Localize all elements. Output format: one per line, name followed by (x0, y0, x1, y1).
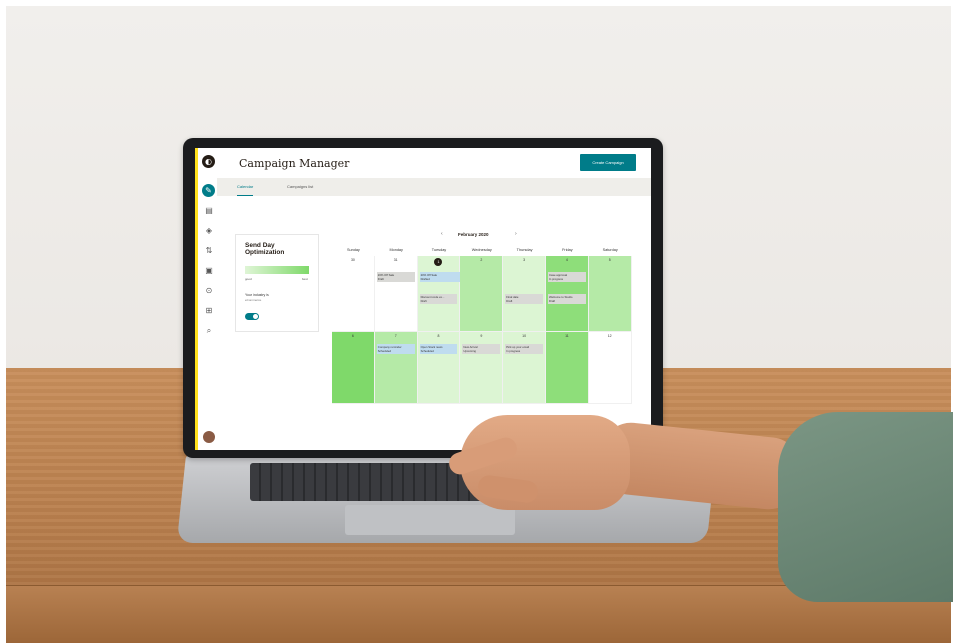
event-status: Draft (377, 277, 384, 281)
event-status: Drafted (420, 277, 430, 281)
day-cell[interactable]: 31 20% Off Sale Draft (374, 256, 418, 332)
calendar-event[interactable]: Pick up your email In progress (505, 344, 543, 354)
sdo-scale-low: good (245, 277, 252, 281)
prev-month-button[interactable]: ‹ (441, 231, 443, 237)
sdo-scale-bar (245, 266, 309, 274)
day-cell[interactable]: 4 Case approval In progress Welcome to St… (546, 256, 589, 332)
send-day-optimization-card: Send Day Optimization good best Your ind… (235, 234, 319, 332)
automations-icon[interactable]: ⇅ (204, 246, 214, 256)
photo-scene: ◐ ✎ ▤ ◈ ⇅ ▣ ⊙ ⊞ ⌕ Campaign Manager Creat… (0, 0, 953, 643)
weekday-sunday: Sunday (346, 248, 360, 252)
page-title: Campaign Manager (239, 157, 350, 170)
day-number: 8 (437, 334, 440, 338)
month-label: February 2020 (458, 232, 489, 237)
weekday-tuesday: Tuesday (431, 248, 447, 252)
event-status: Draft (420, 299, 427, 303)
day-cell[interactable]: 12 (588, 332, 632, 404)
laptop-screen: ◐ ✎ ▤ ◈ ⇅ ▣ ⊙ ⊞ ⌕ Campaign Manager Creat… (195, 148, 651, 450)
sdo-title: Send Day Optimization (245, 242, 285, 256)
event-status: Upcoming (463, 349, 476, 353)
day-cell[interactable]: 10 Pick up your email In progress (503, 332, 546, 404)
day-number: 5 (608, 258, 611, 262)
day-cell[interactable]: 6 (332, 332, 375, 404)
search-icon[interactable]: ⌕ (204, 326, 214, 336)
create-campaign-button[interactable]: Create Campaign (580, 154, 636, 171)
event-status: Scheduled (420, 349, 434, 353)
day-number: 31 (393, 258, 398, 262)
shirt-sleeve (778, 412, 953, 602)
day-number: 9 (480, 334, 483, 338)
day-number: 30 (350, 258, 355, 262)
sdo-industry-label: Your industry is (245, 293, 269, 297)
event-status: Draft (549, 299, 556, 303)
event-status: In progress (549, 277, 563, 281)
event-status: Scheduled (377, 349, 392, 353)
content-icon[interactable]: ⊙ (204, 286, 214, 296)
calendar-grid: Sunday Monday Tuesday Wednesday Thursday… (332, 248, 632, 423)
day-cell[interactable]: 5 (588, 256, 632, 332)
calendar-event[interactable]: Discount code ex... Draft (419, 294, 458, 304)
day-cell[interactable]: 3 Final date Draft (503, 256, 546, 332)
mailchimp-logo-icon[interactable]: ◐ (202, 155, 215, 168)
day-number: 2 (480, 258, 483, 262)
laptop-trackpad (345, 505, 515, 535)
event-status: Draft (506, 299, 513, 303)
weekday-wednesday: Wednesday (471, 248, 492, 252)
avatar[interactable] (203, 431, 215, 443)
weekday-monday: Monday (389, 248, 403, 252)
next-month-button[interactable]: › (515, 231, 517, 237)
day-cell[interactable]: 9 New Arrival Upcoming (460, 332, 504, 404)
day-cell[interactable]: 7 Company reminder Scheduled (374, 332, 418, 404)
campaigns-icon[interactable]: ◈ (204, 226, 214, 236)
calendar-event[interactable]: Case approval In progress (548, 272, 586, 282)
day-number: 6 (351, 334, 354, 338)
day-number: 7 (394, 334, 397, 338)
integrations-icon[interactable]: ⊞ (204, 306, 214, 316)
day-cell[interactable]: 2 (460, 256, 504, 332)
calendar-event[interactable]: New Arrival Upcoming (462, 344, 501, 354)
day-cell[interactable]: 30 (332, 256, 375, 332)
day-cell[interactable]: 1 20% Off Sale Drafted Discount code ex..… (417, 256, 544, 332)
day-number: 12 (607, 334, 612, 338)
website-icon[interactable]: ▣ (204, 266, 214, 276)
today-marker: 1 (434, 258, 443, 266)
day-number: 10 (522, 334, 527, 338)
pencil-icon[interactable]: ✎ (202, 184, 215, 197)
day-cell[interactable]: 11 (546, 332, 589, 404)
tab-campaigns-list[interactable]: Campaigns list (287, 178, 313, 196)
calendar-event[interactable]: 20% Off Sale Draft (376, 272, 415, 282)
tab-bar: Calendar Campaigns list (217, 178, 651, 196)
sdo-industry-value[interactable]: eCommerce (245, 298, 261, 302)
day-number: 11 (565, 334, 569, 338)
calendar-event[interactable]: Welcome to Studio Draft (548, 294, 586, 304)
day-number: 1 (418, 258, 460, 266)
calendar-event[interactable]: Final date Draft (505, 294, 543, 304)
sdo-toggle[interactable] (245, 313, 259, 320)
day-number: 4 (565, 258, 568, 262)
day-cell[interactable]: 8 Open Stock news Scheduled (417, 332, 461, 404)
calendar-event[interactable]: Company reminder Scheduled (376, 344, 415, 354)
weekday-friday: Friday (562, 248, 573, 252)
calendar-event[interactable]: Open Stock news Scheduled (419, 344, 458, 354)
day-number: 3 (523, 258, 526, 262)
weekday-thursday: Thursday (516, 248, 533, 252)
audience-icon[interactable]: ▤ (204, 206, 214, 216)
event-status: In progress (506, 349, 521, 353)
tab-calendar[interactable]: Calendar (237, 178, 254, 196)
sdo-scale-high: best (302, 277, 308, 281)
weekday-saturday: Saturday (602, 248, 618, 252)
